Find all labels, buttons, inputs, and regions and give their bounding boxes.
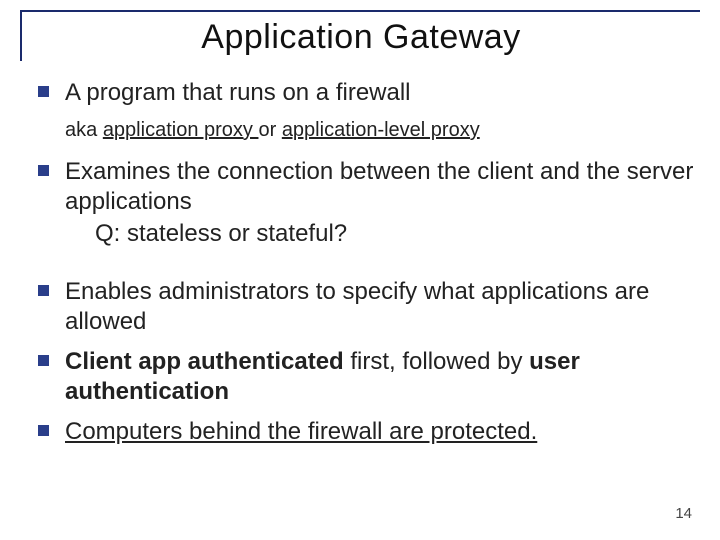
bullet-item-5: Computers behind the firewall are protec… <box>38 417 700 447</box>
sub-text: or <box>258 119 281 141</box>
slide-body: A program that runs on a firewall aka ap… <box>38 78 700 457</box>
spacer <box>38 259 700 277</box>
slide: { "title": "Application Gateway", "bulle… <box>0 0 720 540</box>
square-bullet-icon <box>38 86 49 97</box>
bullet-text: Enables administrators to specify what a… <box>65 277 700 337</box>
plain-text: first, followed by <box>344 348 529 375</box>
bullet-1-subtext: aka application proxy or application-lev… <box>65 118 700 143</box>
sub-text-underline: application-level proxy <box>282 119 480 141</box>
square-bullet-icon <box>38 425 49 436</box>
bullet-text: Client app authenticated first, followed… <box>65 347 700 407</box>
bullet-text-underline: Computers behind the firewall are protec… <box>65 417 537 447</box>
bullet-text: Examines the connection between the clie… <box>65 157 700 217</box>
square-bullet-icon <box>38 165 49 176</box>
bullet-item-4: Client app authenticated first, followed… <box>38 347 700 407</box>
bullet-item-1: A program that runs on a firewall <box>38 78 700 108</box>
sub-text-underline: application proxy <box>103 119 259 141</box>
slide-title: Application Gateway <box>20 10 700 61</box>
sub-text: aka <box>65 119 103 141</box>
bullet-item-2: Examines the connection between the clie… <box>38 157 700 249</box>
square-bullet-icon <box>38 285 49 296</box>
bullet-text: A program that runs on a firewall <box>65 78 411 108</box>
bullet-2-content: Examines the connection between the clie… <box>65 157 700 249</box>
page-number: 14 <box>675 505 692 522</box>
square-bullet-icon <box>38 355 49 366</box>
bullet-item-3: Enables administrators to specify what a… <box>38 277 700 337</box>
title-container: Application Gateway <box>20 10 700 61</box>
bullet-2-question: Q: stateless or stateful? <box>95 219 700 249</box>
bold-text: Client app authenticated <box>65 348 344 375</box>
